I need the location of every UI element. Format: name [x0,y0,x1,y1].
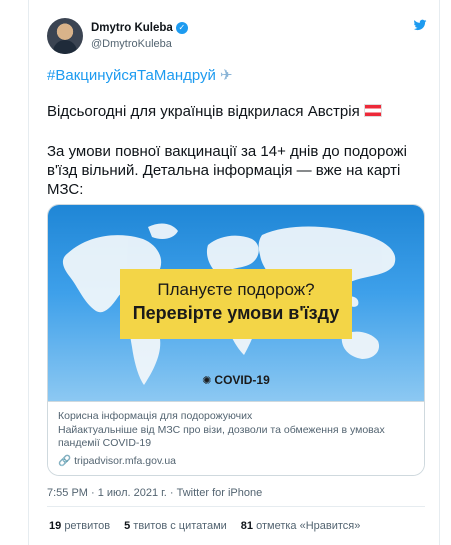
banner-line2: Перевірте умови в'їзду [132,303,340,323]
likes-label: отметка «Нравится» [256,520,361,532]
quotes-stat[interactable]: 5 твитов с цитатами [124,520,227,532]
card-title[interactable]: Корисна інформація для подорожуючих [58,410,414,423]
tweet-text-line1: Відсьогодні для українців відкрилася Авс… [47,102,427,121]
tweet-timestamp[interactable]: 7:55 PM · 1 июл. 2021 г. · Twitter for i… [47,487,262,499]
author-name[interactable]: Dmytro Kuleba [91,22,173,34]
travel-banner: Плануєте подорож? Перевірте умови в'їзду [120,269,352,339]
link-icon: 🔗 [58,455,72,467]
tweet-text-paragraph: За умови повної вакцинації за 14+ днів д… [47,143,407,198]
avatar[interactable] [47,18,83,54]
banner-line1: Плануєте подорож? [157,280,315,299]
twitter-logo-icon[interactable] [413,18,427,32]
tweet-line1-text: Відсьогодні для українців відкрилася Авс… [47,103,360,120]
tweet-header: Dmytro Kuleba ✓ @DmytroKuleba [47,14,427,58]
author-handle[interactable]: @DmytroKuleba [91,38,172,50]
airplane-icon: ✈ [219,67,233,84]
link-card[interactable]: Плануєте подорож? Перевірте умови в'їзду… [47,204,425,476]
virus-icon: ✺ [202,375,212,387]
retweets-count: 19 [49,520,62,532]
card-footer[interactable]: Корисна інформація для подорожуючих Найа… [48,401,424,475]
covid-label-text: COVID-19 [214,373,270,387]
card-domain-row[interactable]: 🔗 tripadvisor.mfa.gov.ua [58,454,414,467]
austria-flag-icon [363,104,382,117]
covid-label: ✺ COVID-19 [48,373,424,387]
verified-badge-icon: ✓ [175,22,188,34]
quotes-label: твитов с цитатами [133,520,227,532]
author-name-row[interactable]: Dmytro Kuleba ✓ [91,22,188,34]
hashtag-link[interactable]: #ВакцинуйсяТаМандруй ✈ [47,66,233,84]
divider [47,506,425,507]
retweets-label: ретвитов [64,520,111,532]
engagement-stats: 19 ретвитов 5 твитов с цитатами 81 отмет… [49,520,360,532]
quotes-count: 5 [124,520,131,532]
tweet-card: Dmytro Kuleba ✓ @DmytroKuleba #Вакцинуйс… [28,0,440,545]
likes-stat[interactable]: 81 отметка «Нравится» [241,520,361,532]
likes-count: 81 [240,520,254,532]
hashtag-text[interactable]: #ВакцинуйсяТаМандруй [47,67,216,84]
retweets-stat[interactable]: 19 ретвитов [49,520,110,532]
card-domain[interactable]: tripadvisor.mfa.gov.ua [74,455,176,467]
card-image[interactable]: Плануєте подорож? Перевірте умови в'їзду… [48,205,424,401]
card-description[interactable]: Найактуальніше від МЗС про візи, дозволи… [58,424,414,450]
